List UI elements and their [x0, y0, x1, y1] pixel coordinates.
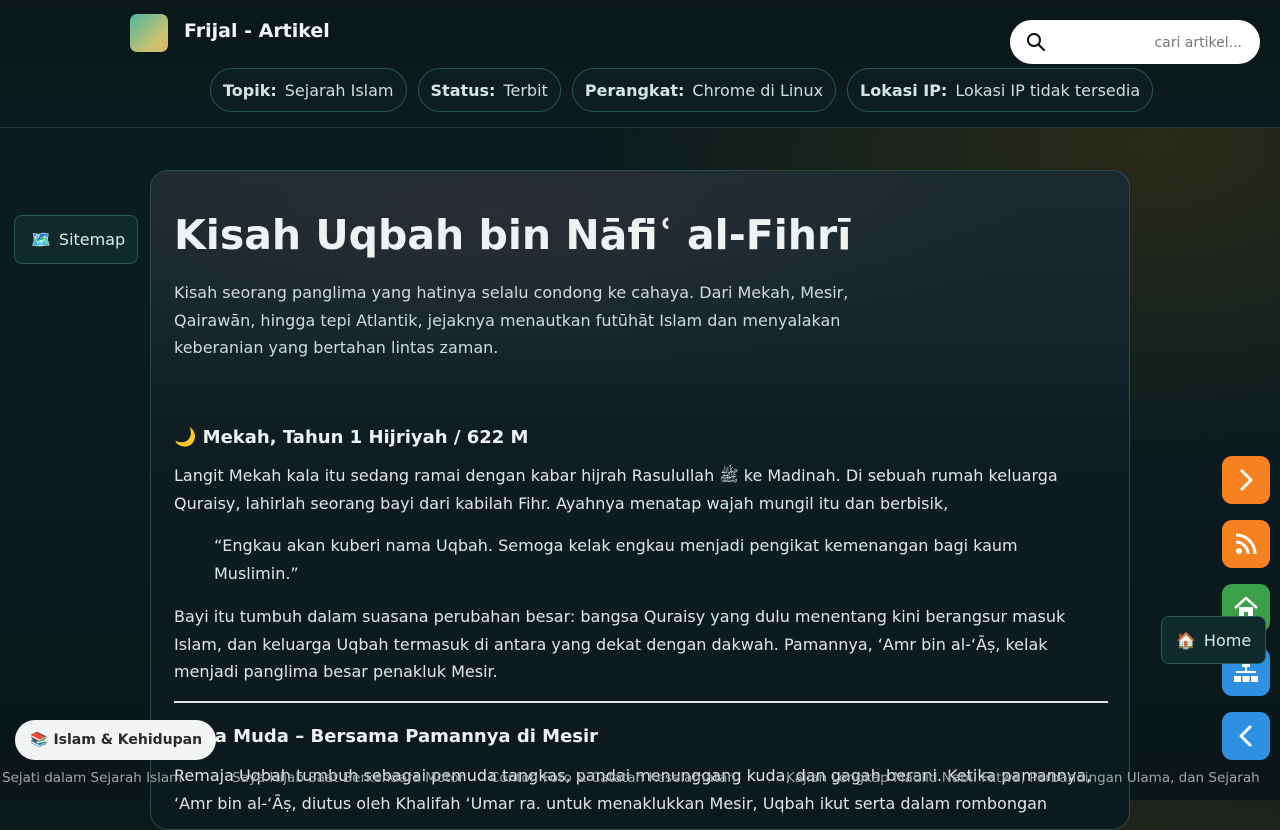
category-label: Islam & Kehidupan — [53, 732, 203, 748]
rss-button[interactable] — [1222, 520, 1270, 568]
sitemap-label: Sitemap — [58, 230, 126, 249]
search-box[interactable] — [1010, 20, 1260, 64]
category-pill[interactable]: 📚 Islam & Kehidupan — [15, 720, 216, 760]
books-icon: 📚 — [30, 732, 48, 748]
chip-topic[interactable]: Topik: Sejarah Islam — [210, 68, 407, 112]
house-icon: 🏠 — [1176, 630, 1196, 650]
chip-key: Status: — [430, 80, 496, 100]
article-lead: Kisah seorang panglima yang hatinya sela… — [174, 283, 849, 357]
article-title: Kisah Uqbah bin Nāfiʿ al-Fihrī — [174, 211, 852, 259]
ticker-item[interactable]: Sejati dalam Sejarah Islam — [2, 770, 182, 786]
news-ticker: Sejati dalam Sejarah Islam Saya Hijab Sa… — [0, 770, 1280, 788]
next-button[interactable] — [1222, 456, 1270, 504]
chip-status[interactable]: Status: Terbit — [417, 68, 561, 112]
section-heading: 🌙 Mekah, Tahun 1 Hijriyah / 622 M — [174, 427, 529, 448]
rss-icon — [1235, 533, 1257, 555]
section-divider — [174, 701, 1108, 703]
search-icon — [1027, 33, 1046, 52]
site-title[interactable]: Frijal - Artikel — [184, 20, 330, 42]
chip-value: Chrome di Linux — [692, 80, 824, 100]
chip-key: Lokasi IP: — [860, 80, 948, 100]
chip-value: Lokasi IP tidak tersedia — [955, 80, 1141, 100]
meta-chips: Topik: Sejarah Islam Status: Terbit Pera… — [210, 68, 1154, 112]
article-card: Kisah Uqbah bin Nāfiʿ al-Fihrī Kisah seo… — [150, 170, 1130, 830]
search-input[interactable] — [1060, 30, 1244, 56]
chip-device[interactable]: Perangkat: Chrome di Linux — [571, 68, 837, 112]
ticker-item[interactable]: Kajian Lengkap Maulid Nabi: Fatwa, Perba… — [786, 770, 1260, 786]
chip-value: Sejarah Islam — [284, 80, 394, 100]
chip-ip-location[interactable]: Lokasi IP: Lokasi IP tidak tersedia — [847, 68, 1154, 112]
home-tooltip: 🏠 Home — [1161, 616, 1266, 664]
ticker-item[interactable]: Saya Hijab Saat Berkendara Motor — [232, 770, 464, 786]
home-tooltip-label: Home — [1203, 630, 1252, 650]
chevron-left-icon — [1239, 725, 1252, 747]
chip-value: Terbit — [503, 80, 548, 100]
paragraph: Langit Mekah kala itu sedang ramai denga… — [174, 466, 1058, 513]
paragraph: Bayi itu tumbuh dalam suasana perubahan … — [174, 607, 1066, 681]
back-button[interactable] — [1222, 712, 1270, 760]
sitemap-button[interactable]: 🗺️ Sitemap — [14, 215, 138, 264]
chip-key: Topik: — [223, 80, 277, 100]
map-icon: 🗺️ — [31, 230, 51, 249]
top-header: Frijal - Artikel Topik: Sejarah Islam St… — [0, 0, 1280, 128]
chevron-right-icon — [1240, 469, 1253, 491]
section-heading: Masa Muda – Bersama Pamannya di Mesir — [174, 726, 599, 747]
site-logo[interactable] — [130, 14, 168, 52]
chip-key: Perangkat: — [584, 80, 685, 100]
ticker-item[interactable]: Contoh Foto & Catatan Keselamatan — [490, 770, 736, 786]
blockquote: “Engkau akan kuberi nama Uqbah. Semoga k… — [214, 536, 1018, 583]
